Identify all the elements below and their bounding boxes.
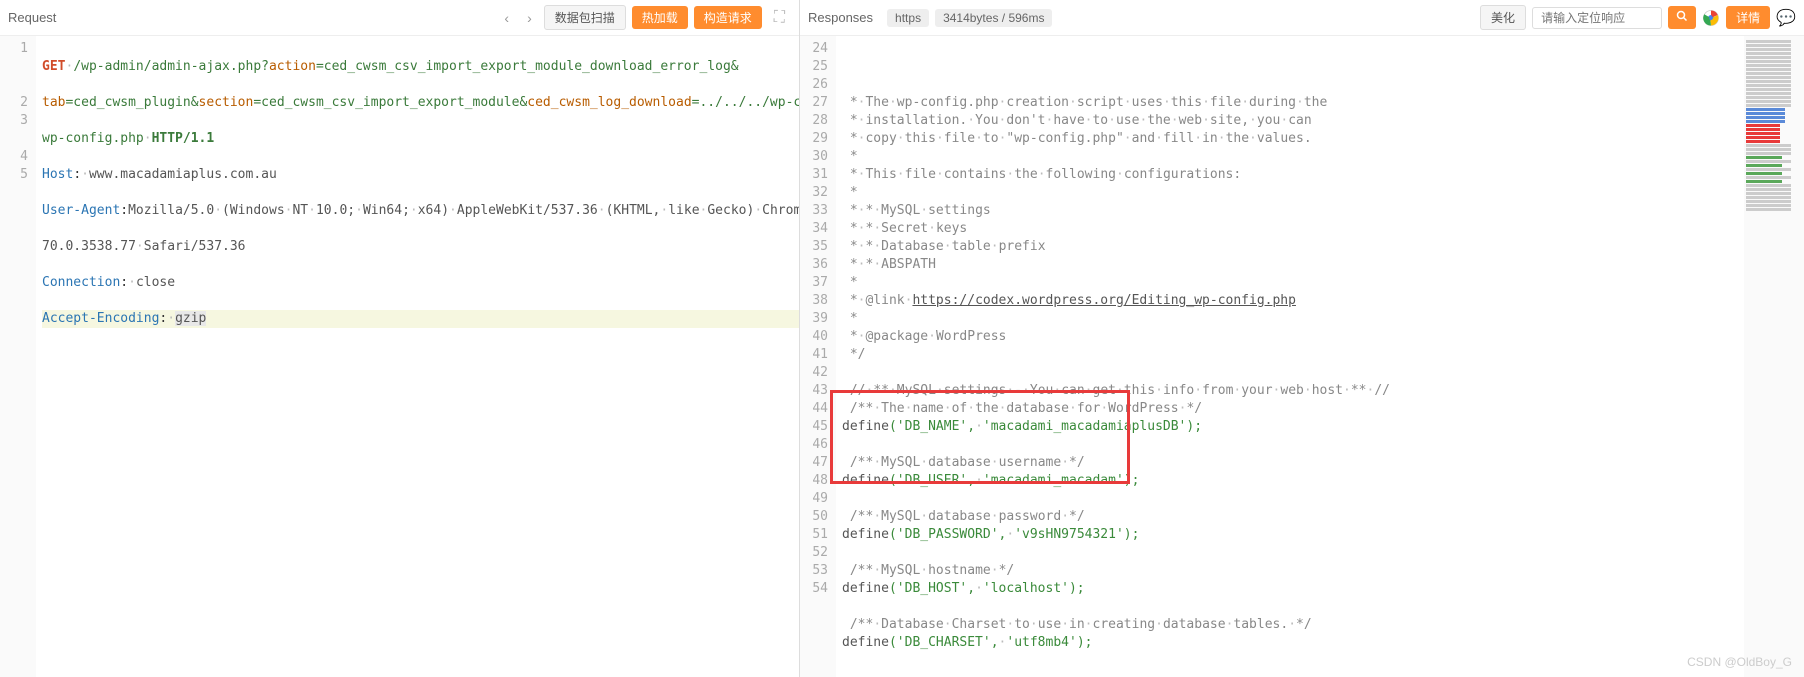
request-code[interactable]: GET·/wp-admin/admin-ajax.php?action=ced_… — [36, 36, 799, 677]
beautify-button[interactable]: 美化 — [1480, 5, 1526, 30]
minimap[interactable] — [1744, 36, 1804, 677]
request-toolbar: Request ‹ › 数据包扫描 热加载 构造请求 ⛶ — [0, 0, 799, 36]
chat-icon[interactable]: 💬 — [1776, 8, 1796, 28]
response-toolbar: Responses https 3414bytes / 596ms 美化 详情 … — [800, 0, 1804, 36]
search-input[interactable] — [1532, 7, 1662, 29]
request-code-area[interactable]: 1 2 3 4 5 GET·/wp-admin/admin-ajax.php?a… — [0, 36, 799, 677]
nav-prev-icon[interactable]: ‹ — [498, 8, 515, 28]
size-time-tag: 3414bytes / 596ms — [935, 9, 1052, 27]
scan-button[interactable]: 数据包扫描 — [544, 5, 626, 30]
response-code-area[interactable]: 2425262728293031323334353637383940414243… — [800, 36, 1804, 677]
response-gutter: 2425262728293031323334353637383940414243… — [800, 36, 836, 677]
watermark: CSDN @OldBoy_G — [1687, 655, 1792, 669]
chrome-icon[interactable] — [1702, 9, 1720, 27]
http-method: GET — [42, 59, 65, 74]
request-gutter: 1 2 3 4 5 — [0, 36, 36, 677]
response-panel: Responses https 3414bytes / 596ms 美化 详情 … — [800, 0, 1804, 677]
expand-icon[interactable]: ⛶ — [768, 9, 791, 27]
search-button[interactable] — [1668, 6, 1696, 29]
search-icon — [1676, 10, 1688, 22]
request-title: Request — [8, 10, 56, 25]
response-code[interactable]: *·The·wp-config.php·creation·script·uses… — [836, 36, 1744, 677]
hot-load-button[interactable]: 热加载 — [632, 6, 688, 29]
detail-button[interactable]: 详情 — [1726, 6, 1770, 29]
nav-next-icon[interactable]: › — [521, 8, 538, 28]
response-title: Responses — [808, 10, 873, 25]
https-tag: https — [887, 9, 929, 27]
request-panel: Request ‹ › 数据包扫描 热加载 构造请求 ⛶ 1 2 3 4 5 G… — [0, 0, 800, 677]
construct-request-button[interactable]: 构造请求 — [694, 6, 762, 29]
